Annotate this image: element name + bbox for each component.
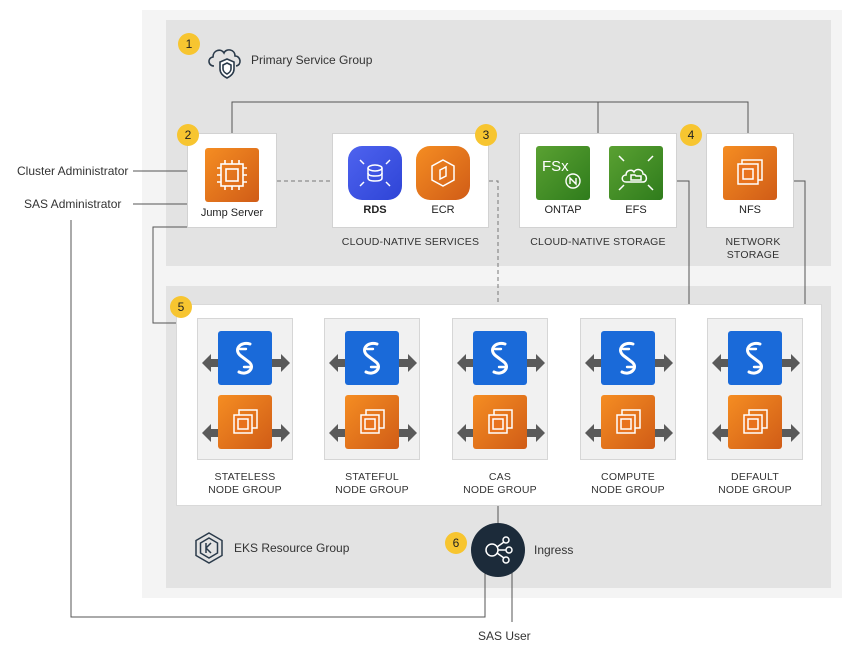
node-group-caption-line1: COMPUTE: [601, 471, 655, 483]
cloud-native-services-card: RDS ECR: [332, 133, 489, 228]
node-group-caption: STATELESS NODE GROUP: [185, 471, 305, 497]
node-group-caption-line1: DEFAULT: [731, 471, 779, 483]
node-group-caption-line2: NODE GROUP: [335, 484, 409, 496]
sas-logo-icon: [601, 331, 655, 385]
ontap-label: ONTAP: [544, 204, 582, 216]
jump-server-label: Jump Server: [200, 207, 264, 219]
eks-group-title: EKS Resource Group: [234, 541, 350, 555]
node-group-caption-line2: NODE GROUP: [208, 484, 282, 496]
badge-4: 4: [680, 124, 702, 146]
rds-label: RDS: [363, 204, 387, 216]
node-group-card: [197, 318, 293, 460]
badge-2: 2: [177, 124, 199, 146]
node-group-card: [580, 318, 676, 460]
network-storage-card: NFS: [706, 133, 794, 228]
kubernetes-icon: [192, 531, 226, 570]
badge-6: 6: [445, 532, 467, 554]
sas-user-label: SAS User: [478, 629, 531, 643]
node-group-caption: CAS NODE GROUP: [440, 471, 560, 497]
node-group-caption-line2: NODE GROUP: [463, 484, 537, 496]
efs-label: EFS: [625, 204, 647, 216]
ec2-instances-icon: [345, 395, 399, 449]
cloud-native-services-caption: CLOUD-NATIVE SERVICES: [341, 236, 480, 248]
fsx-ontap-icon: FSx: [536, 146, 590, 200]
node-group-caption-line1: CAS: [488, 471, 512, 483]
cluster-administrator-label: Cluster Administrator: [17, 164, 129, 178]
sas-logo-icon: [345, 331, 399, 385]
jump-server-card: Jump Server: [187, 133, 277, 228]
node-group-caption-line1: STATELESS: [214, 471, 276, 483]
rds-database-icon: [348, 146, 402, 200]
node-group-caption-line2: NODE GROUP: [718, 484, 792, 496]
sas-administrator-label: SAS Administrator: [24, 197, 122, 211]
ingress-icon: [471, 523, 525, 577]
ingress-label: Ingress: [534, 543, 574, 557]
network-storage-caption-line2: STORAGE: [726, 249, 780, 261]
sas-logo-icon: [728, 331, 782, 385]
nfs-label: NFS: [739, 204, 761, 216]
primary-group-title: Primary Service Group: [251, 53, 373, 67]
cloud-native-storage-caption: CLOUD-NATIVE STORAGE: [530, 236, 666, 248]
ec2-instances-icon: [218, 395, 272, 449]
ec2-instances-icon: [601, 395, 655, 449]
badge-3: 3: [475, 124, 497, 146]
node-group-caption: DEFAULT NODE GROUP: [695, 471, 815, 497]
network-storage-caption-line1: NETWORK: [725, 236, 781, 248]
network-storage-caption: NETWORK STORAGE: [706, 236, 800, 262]
ec2-instances-icon: [473, 395, 527, 449]
cloud-shield-icon: [205, 40, 245, 85]
node-group-card: [452, 318, 548, 460]
node-group-caption: COMPUTE NODE GROUP: [568, 471, 688, 497]
node-group-caption: STATEFUL NODE GROUP: [312, 471, 432, 497]
nfs-instances-icon: [723, 146, 777, 200]
node-group-card: [324, 318, 420, 460]
sas-logo-icon: [473, 331, 527, 385]
node-group-caption-line1: STATEFUL: [345, 471, 399, 483]
ecr-container-icon: [416, 146, 470, 200]
node-group-card: [707, 318, 803, 460]
ec2-instances-icon: [728, 395, 782, 449]
node-group-caption-line2: NODE GROUP: [591, 484, 665, 496]
cloud-native-storage-card: FSx ONTAP EFS: [519, 133, 677, 228]
ecr-label: ECR: [431, 204, 455, 216]
badge-5: 5: [170, 296, 192, 318]
badge-1: 1: [178, 33, 200, 55]
efs-folder-icon: [609, 146, 663, 200]
ec2-chip-icon: [205, 148, 259, 202]
sas-logo-icon: [218, 331, 272, 385]
